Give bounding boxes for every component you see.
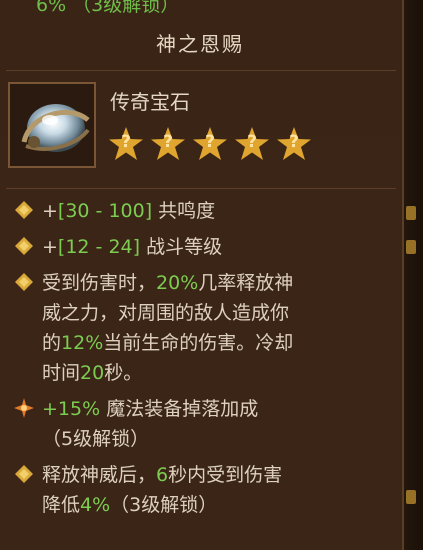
unknown-star-icon: ?	[192, 126, 228, 162]
effect-description: +15% 魔法装备掉落加成 （5级解锁）	[42, 398, 259, 450]
item-type-label: 传奇宝石	[110, 90, 190, 114]
divider	[6, 70, 396, 71]
side-marker	[406, 240, 416, 254]
stat-name: 战斗等级	[140, 236, 223, 258]
effect-description: 受到伤害时，20%几率释放神 威之力，对周围的敌人造成你 的12%当前生命的伤害…	[42, 272, 294, 384]
stat-prefix: +	[42, 200, 58, 222]
diamond-bullet-icon	[14, 272, 36, 294]
item-icon-frame	[8, 82, 96, 168]
unknown-star-icon: ?	[108, 126, 144, 162]
property-divine-power: 受到伤害时，20%几率释放神 威之力，对周围的敌人造成你 的12%当前生命的伤害…	[14, 268, 394, 388]
stat-range: [30 - 100]	[57, 200, 153, 222]
stat-range: [12 - 24]	[57, 236, 141, 258]
property-damage-reduction: 释放神威后，6秒内受到伤害 降低4%（3级解锁）	[14, 460, 394, 520]
property-resonance: +[30 - 100] 共鸣度	[14, 196, 394, 226]
diamond-bullet-icon	[14, 236, 36, 258]
property-magic-find: +15% 魔法装备掉落加成 （5级解锁）	[14, 394, 394, 454]
legendary-gem-icon	[21, 104, 90, 152]
stat-name: 共鸣度	[152, 200, 216, 222]
diamond-bullet-icon	[14, 464, 36, 486]
tooltip-title: 神之恩赐	[156, 32, 244, 56]
unknown-star-icon: ?	[150, 126, 186, 162]
property-list: +[30 - 100] 共鸣度 +[12 - 24] 战斗等级 受到伤害时，20…	[14, 196, 394, 526]
side-marker	[406, 206, 416, 220]
starburst-bullet-icon	[14, 398, 36, 420]
unknown-star-icon: ?	[234, 126, 270, 162]
unknown-star-icon: ?	[276, 126, 312, 162]
divider	[6, 188, 396, 189]
star-rating: ? ? ? ? ?	[108, 126, 312, 162]
stat-prefix: +	[42, 236, 58, 258]
diamond-bullet-icon	[14, 200, 36, 222]
cut-off-previous-line: 6% （3级解锁）	[36, 0, 180, 16]
effect-description: 释放神威后，6秒内受到伤害 降低4%（3级解锁）	[42, 464, 283, 516]
side-marker	[406, 490, 416, 504]
property-combat-level: +[12 - 24] 战斗等级	[14, 232, 394, 262]
unlock-note: （5级解锁）	[42, 428, 150, 450]
side-frame	[404, 0, 423, 550]
